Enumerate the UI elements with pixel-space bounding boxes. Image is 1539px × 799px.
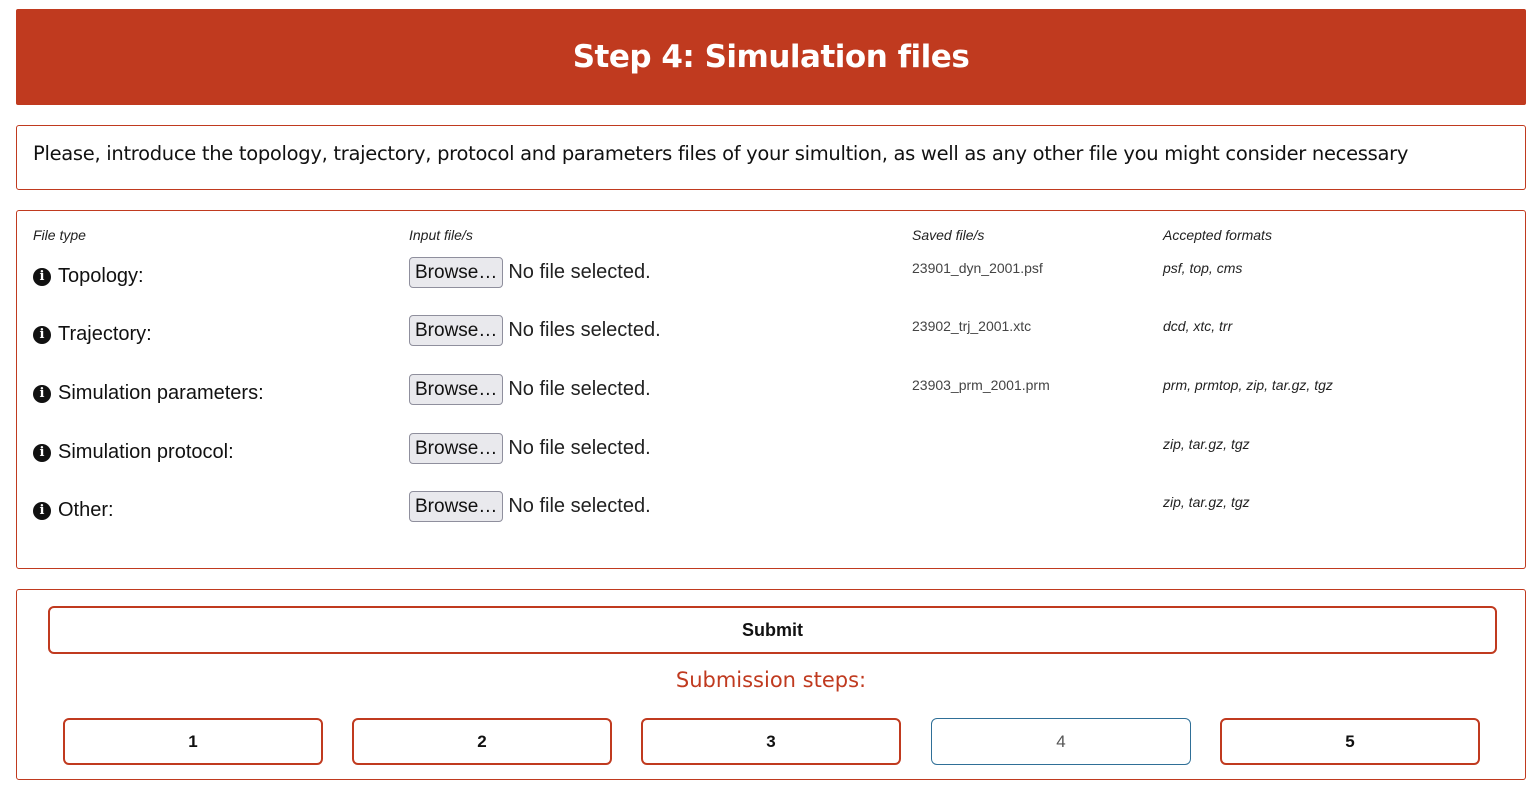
file-type-label: Simulation parameters: <box>58 382 264 404</box>
actions-panel: Submit Submission steps: 1 2 3 4 5 <box>16 589 1526 780</box>
col-header-formats: Accepted formats <box>1163 227 1272 243</box>
step-button-3[interactable]: 3 <box>641 718 901 765</box>
accepted-formats: prm, prmtop, zip, tar.gz, tgz <box>1163 377 1333 393</box>
file-status: No file selected. <box>508 495 651 517</box>
saved-file: 23903_prm_2001.prm <box>912 377 1050 393</box>
file-row-topology: i Topology: Browse… No file selected. 23… <box>17 257 1525 305</box>
col-header-input: Input file/s <box>409 227 473 243</box>
info-circle-icon[interactable]: i <box>33 384 51 403</box>
accepted-formats: psf, top, cms <box>1163 260 1243 276</box>
info-circle-icon[interactable]: i <box>33 267 51 286</box>
file-type-label: Simulation protocol: <box>58 441 234 463</box>
file-row-parameters: i Simulation parameters: Browse… No file… <box>17 374 1525 422</box>
step-button-2[interactable]: 2 <box>352 718 612 765</box>
instructions-panel: Please, introduce the topology, trajecto… <box>16 125 1526 190</box>
file-input-parameters[interactable]: Browse… No file selected. <box>409 374 651 405</box>
info-circle-icon[interactable]: i <box>33 325 51 344</box>
file-input-trajectory[interactable]: Browse… No files selected. <box>409 315 661 346</box>
file-input-other[interactable]: Browse… No file selected. <box>409 491 651 522</box>
file-input-topology[interactable]: Browse… No file selected. <box>409 257 651 288</box>
file-row-trajectory: i Trajectory: Browse… No files selected.… <box>17 315 1525 363</box>
info-circle-icon[interactable]: i <box>33 501 51 520</box>
col-header-file-type: File type <box>33 227 86 243</box>
page-title: Step 4: Simulation files <box>572 39 970 75</box>
file-status: No file selected. <box>508 261 651 283</box>
file-status: No files selected. <box>508 319 661 341</box>
browse-button[interactable]: Browse… <box>409 315 504 346</box>
browse-button[interactable]: Browse… <box>409 433 504 464</box>
step-button-5[interactable]: 5 <box>1220 718 1480 765</box>
files-panel: File type Input file/s Saved file/s Acce… <box>16 210 1526 569</box>
file-row-other: i Other: Browse… No file selected. zip, … <box>17 491 1525 539</box>
saved-file: 23901_dyn_2001.psf <box>912 260 1043 276</box>
file-status: No file selected. <box>508 437 651 459</box>
file-type-label: Trajectory: <box>58 323 152 345</box>
accepted-formats: zip, tar.gz, tgz <box>1163 494 1250 510</box>
browse-button[interactable]: Browse… <box>409 374 504 405</box>
submit-button[interactable]: Submit <box>48 606 1497 654</box>
page-header: Step 4: Simulation files <box>16 9 1526 105</box>
file-type-label: Other: <box>58 499 114 521</box>
accepted-formats: zip, tar.gz, tgz <box>1163 436 1250 452</box>
file-status: No file selected. <box>508 378 651 400</box>
browse-button[interactable]: Browse… <box>409 491 504 522</box>
info-circle-icon[interactable]: i <box>33 443 51 462</box>
step-button-4-current[interactable]: 4 <box>931 718 1191 765</box>
file-input-protocol[interactable]: Browse… No file selected. <box>409 433 651 464</box>
browse-button[interactable]: Browse… <box>409 257 504 288</box>
submission-steps-title: Submission steps: <box>675 668 867 692</box>
file-row-protocol: i Simulation protocol: Browse… No file s… <box>17 433 1525 481</box>
accepted-formats: dcd, xtc, trr <box>1163 318 1233 334</box>
file-type-label: Topology: <box>58 265 144 287</box>
col-header-saved: Saved file/s <box>912 227 985 243</box>
step-button-1[interactable]: 1 <box>63 718 323 765</box>
saved-file: 23902_trj_2001.xtc <box>912 318 1032 334</box>
instructions-text: Please, introduce the topology, trajecto… <box>33 142 1409 165</box>
